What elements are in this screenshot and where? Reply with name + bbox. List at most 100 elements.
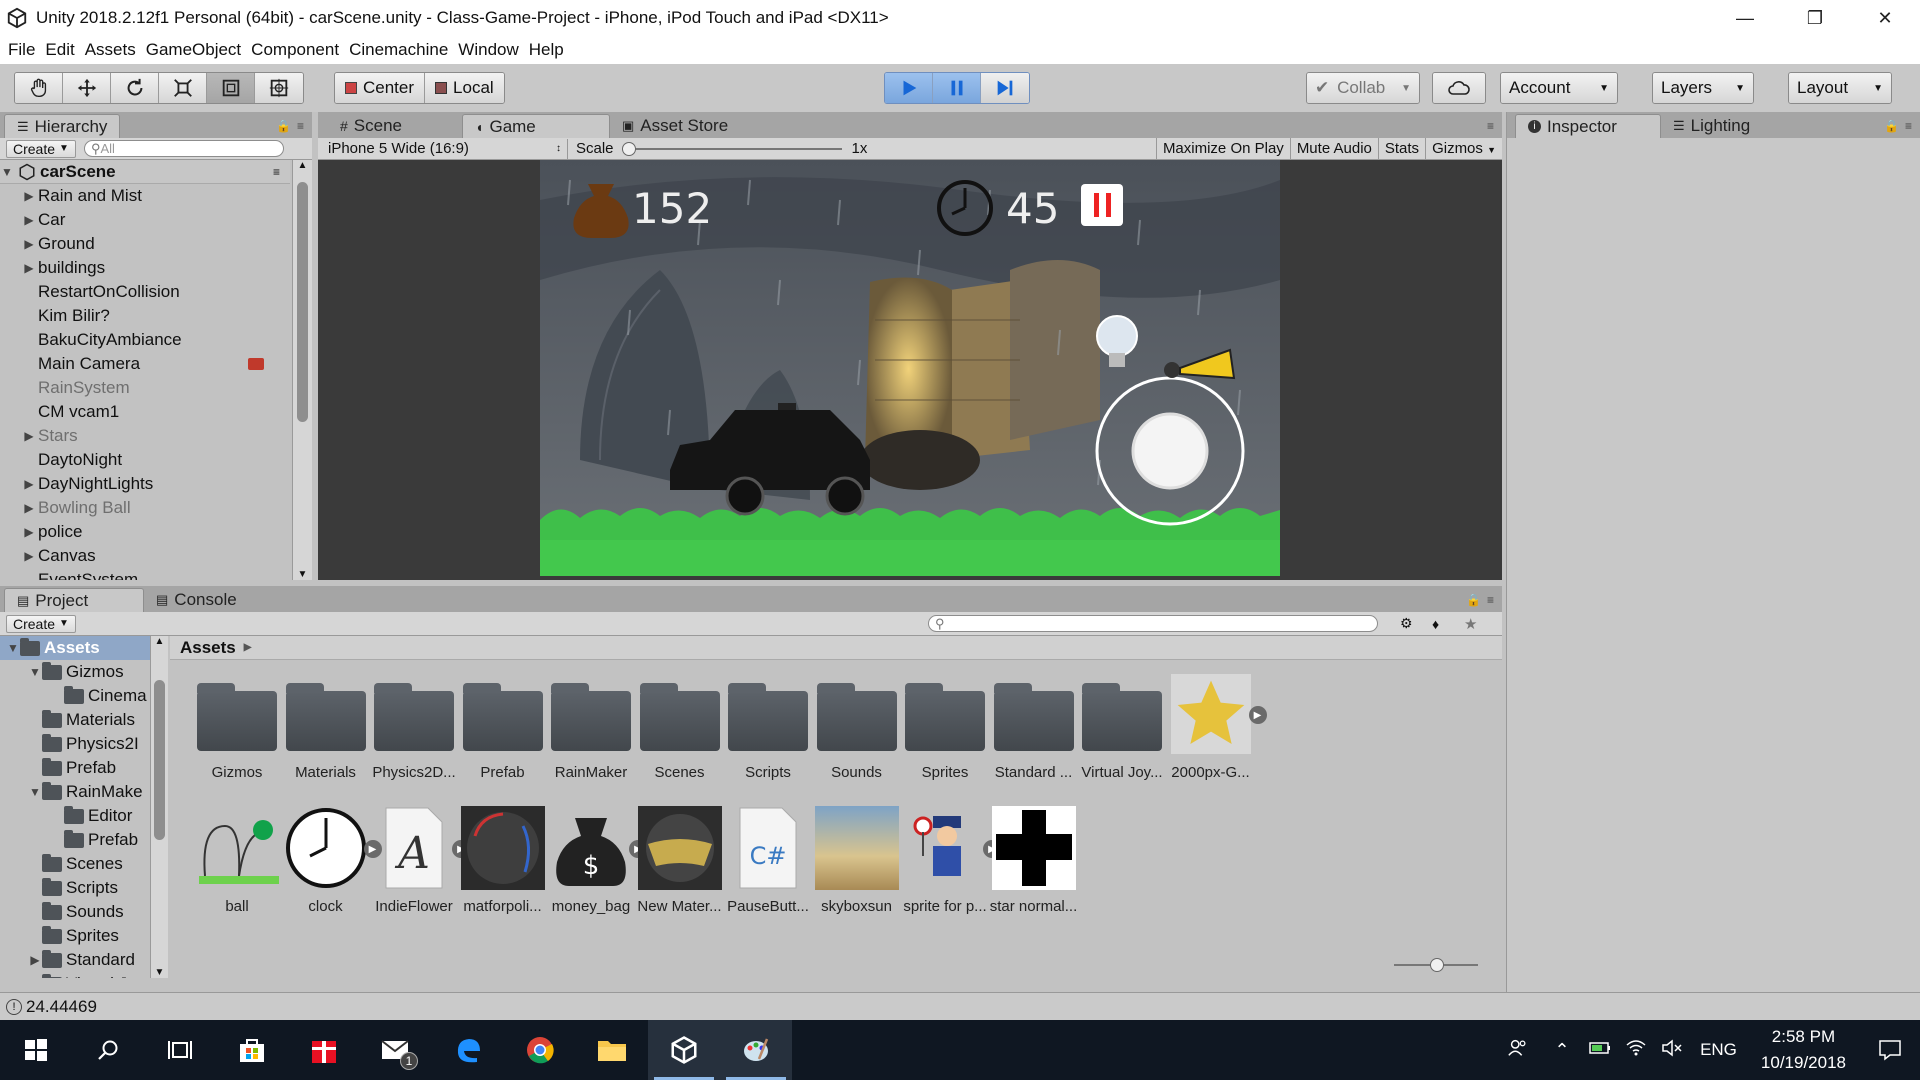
collapsed-arrow-icon[interactable]: ▶ [22, 189, 36, 203]
wifi-icon[interactable] [1618, 1039, 1654, 1062]
asset-item[interactable]: clock ▶ [276, 804, 382, 915]
project-folder-item[interactable]: Scripts [0, 876, 167, 900]
lock-icon[interactable]: 🔒 [1884, 119, 1899, 133]
project-folder-item[interactable]: ▶ Virtual Jo [0, 972, 167, 978]
hierarchy-item[interactable]: ▶ DayNightLights [0, 472, 290, 496]
scroll-down-icon[interactable]: ▼ [293, 569, 312, 580]
unity-app[interactable] [648, 1020, 720, 1080]
tab-inspector[interactable]: i Inspector [1515, 114, 1661, 138]
project-folder-item[interactable]: Scenes [0, 852, 167, 876]
expanded-arrow-icon[interactable]: ▼ [28, 665, 42, 679]
hierarchy-scrollbar[interactable]: ▲ ▼ [292, 160, 312, 580]
project-folder-item[interactable]: ▼ RainMake [0, 780, 167, 804]
restore-button[interactable]: ❐ [1780, 0, 1850, 36]
play-button[interactable] [885, 73, 933, 103]
asset-item[interactable]: RainMaker [541, 670, 641, 781]
collapsed-arrow-icon[interactable]: ▶ [22, 501, 36, 515]
hierarchy-item[interactable]: ▶ Stars [0, 424, 290, 448]
game-screen[interactable]: 152 45 [540, 160, 1280, 576]
hierarchy-item[interactable]: ▶ Bowling Ball [0, 496, 290, 520]
collapsed-arrow-icon[interactable]: ▶ [22, 213, 36, 227]
gift-app[interactable] [288, 1020, 360, 1080]
project-search-input[interactable]: ⚲ [928, 615, 1378, 632]
tab-scene[interactable]: # Scene [328, 114, 462, 138]
project-folder-item[interactable]: Sounds [0, 900, 167, 924]
layout-dropdown[interactable]: Layout ▼ [1788, 72, 1892, 104]
scroll-thumb[interactable] [154, 680, 165, 840]
transform-tool-button[interactable] [255, 73, 303, 103]
collapsed-arrow-icon[interactable]: ▶ [22, 477, 36, 491]
hierarchy-item[interactable]: ▶ police [0, 520, 290, 544]
hierarchy-item[interactable]: ▶ Rain and Mist [0, 184, 290, 208]
icon-size-handle[interactable] [1430, 958, 1444, 972]
panel-menu-icon[interactable]: ≡ [1487, 593, 1494, 607]
hierarchy-item[interactable]: Main Camera [0, 352, 290, 376]
asset-item[interactable]: skyboxsun [807, 804, 907, 915]
hierarchy-item[interactable]: ▶ buildings [0, 256, 290, 280]
project-folder-item[interactable]: Prefab [0, 828, 167, 852]
start-button[interactable] [0, 1020, 72, 1080]
scale-slider[interactable] [621, 141, 842, 156]
scene-root[interactable]: ▼ carScene ≡ [0, 160, 290, 184]
rotate-tool-button[interactable] [111, 73, 159, 103]
project-folder-item[interactable]: Cinema [0, 684, 167, 708]
hierarchy-item[interactable]: ▶ Canvas [0, 544, 290, 568]
lock-icon[interactable]: 🔒 [1466, 593, 1481, 607]
project-folder-item[interactable]: ▼ Assets [0, 636, 167, 660]
project-folder-item[interactable]: Materials [0, 708, 167, 732]
project-folder-item[interactable]: Physics2I [0, 732, 167, 756]
edge-app[interactable] [432, 1020, 504, 1080]
asset-item[interactable]: sprite for p...▶ [895, 804, 1001, 915]
hierarchy-item[interactable]: ▶ Car [0, 208, 290, 232]
minimize-button[interactable]: — [1710, 0, 1780, 36]
paint-app[interactable] [720, 1020, 792, 1080]
collapsed-arrow-icon[interactable]: ▶ [28, 953, 42, 967]
filter-label-icon[interactable]: ♦ [1432, 616, 1439, 632]
project-folder-item[interactable]: Editor [0, 804, 167, 828]
people-icon[interactable] [1494, 1037, 1542, 1064]
space-local-button[interactable]: Local [425, 73, 504, 103]
lock-icon[interactable]: 🔒 [276, 119, 291, 133]
tab-project[interactable]: ▤ Project [4, 588, 144, 612]
asset-item[interactable]: 2000px-G... ▶ [1161, 670, 1267, 781]
menu-edit[interactable]: Edit [43, 40, 82, 60]
collab-dropdown[interactable]: ✔ Collab ▼ [1306, 72, 1420, 104]
mute-audio-toggle[interactable]: Mute Audio [1289, 137, 1378, 160]
battery-icon[interactable] [1582, 1039, 1618, 1062]
asset-item[interactable]: $money_bag▶ [541, 804, 647, 915]
asset-item[interactable]: C# PauseButt... [718, 804, 818, 915]
menu-window[interactable]: Window [456, 40, 526, 60]
language-indicator[interactable]: ENG [1690, 1040, 1747, 1060]
hierarchy-item[interactable]: RainSystem [0, 376, 290, 400]
asset-item[interactable]: matforpoli... [453, 804, 553, 915]
collapsed-arrow-icon[interactable]: ▶ [22, 429, 36, 443]
hierarchy-item[interactable]: BakuCityAmbiance [0, 328, 290, 352]
menu-file[interactable]: File [6, 40, 43, 60]
collapsed-arrow-icon[interactable]: ▶ [22, 525, 36, 539]
tab-hierarchy[interactable]: ☰ Hierarchy [4, 114, 121, 138]
maximize-on-play-toggle[interactable]: Maximize On Play [1155, 137, 1290, 160]
asset-item[interactable]: Scenes [630, 670, 730, 781]
asset-item[interactable]: New Mater... [630, 804, 730, 915]
icon-size-slider[interactable] [1394, 958, 1478, 972]
project-tree-scrollbar[interactable]: ▲ ▼ [150, 636, 168, 978]
project-folder-item[interactable]: Sprites [0, 924, 167, 948]
mail-app[interactable]: 1 [360, 1020, 432, 1080]
stats-toggle[interactable]: Stats [1377, 137, 1425, 160]
menu-gameobject[interactable]: GameObject [144, 40, 249, 60]
hierarchy-item[interactable]: EventSystem [0, 568, 290, 580]
scroll-thumb[interactable] [297, 182, 308, 422]
asset-item[interactable]: Virtual Joy... [1072, 670, 1172, 781]
hierarchy-search-input[interactable]: ⚲ All [83, 140, 284, 157]
filter-type-icon[interactable]: ⚙ [1400, 615, 1413, 632]
hierarchy-item[interactable]: CM vcam1 [0, 400, 290, 424]
tab-game[interactable]: ◖ Game [462, 114, 610, 138]
game-view[interactable]: 152 45 [318, 160, 1502, 580]
asset-item[interactable]: Gizmos [187, 670, 287, 781]
asset-item[interactable]: star normal... [984, 804, 1084, 915]
collapsed-arrow-icon[interactable]: ▶ [22, 237, 36, 251]
scroll-up-icon[interactable]: ▲ [293, 160, 312, 171]
scale-slider-handle[interactable] [621, 141, 636, 156]
gizmos-dropdown[interactable]: Gizmos ▼ [1425, 137, 1502, 160]
action-center-icon[interactable] [1860, 1039, 1920, 1061]
